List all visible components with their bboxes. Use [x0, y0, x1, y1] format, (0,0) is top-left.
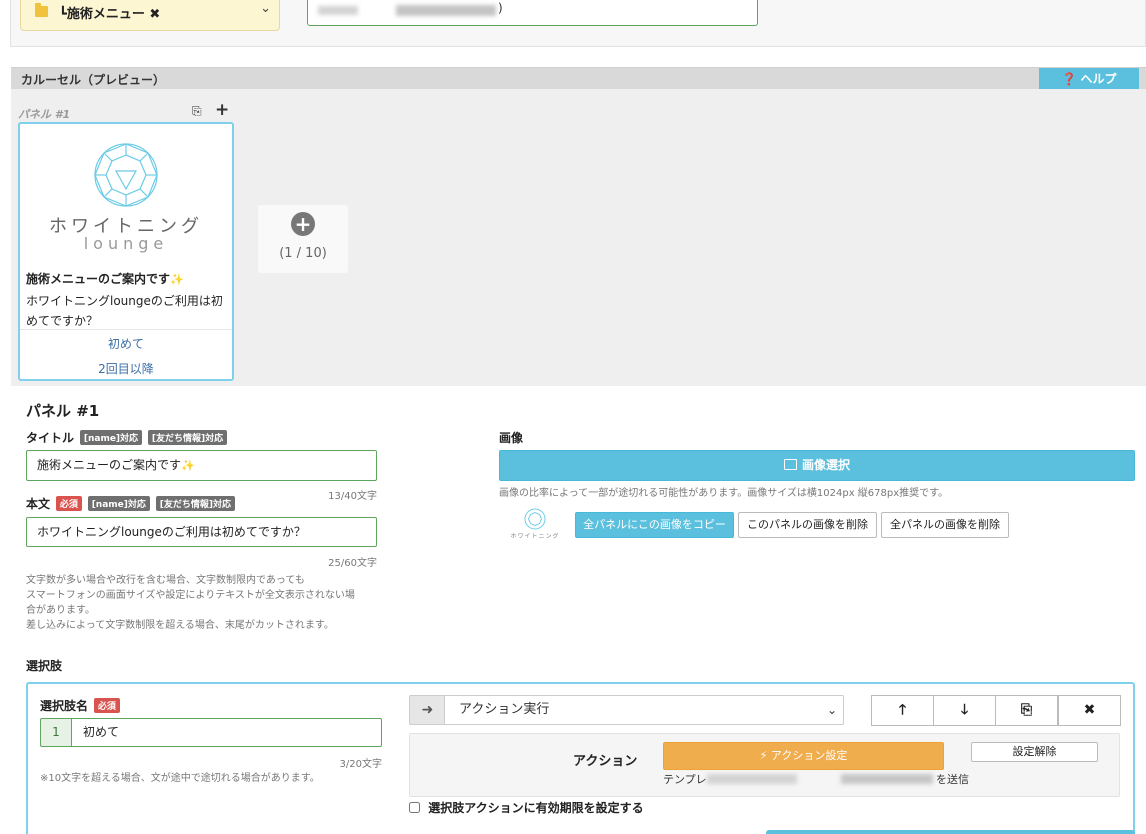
name-tag: [name]対応 — [87, 496, 150, 511]
choice-name-label: 選択肢名 — [40, 699, 89, 713]
friend-tag: [友だち情報]対応 — [147, 430, 228, 445]
arrow-up-icon: 🡑 — [898, 702, 907, 718]
sparkle-icon: ✨ — [181, 459, 195, 472]
copy-image-all-button[interactable]: 全パネルにこの画像をコピー — [575, 512, 734, 538]
image-thumbnail: ホワイトニング — [505, 506, 565, 546]
folder-icon — [35, 3, 48, 17]
choices-heading: 選択肢 — [26, 659, 63, 673]
image-icon — [783, 459, 797, 470]
image-label: 画像 — [499, 431, 524, 445]
choice-name-row: 選択肢名 必須 — [40, 697, 120, 714]
required-tag: 必須 — [93, 698, 120, 713]
template-suffix: を送信 — [936, 773, 969, 786]
title-label-row: タイトル [name]対応 [友だち情報]対応 — [26, 429, 228, 446]
release-settings-button[interactable]: 設定解除 — [971, 742, 1098, 762]
panel-count: (1 / 10) — [279, 246, 327, 261]
action-label: アクション — [573, 754, 638, 769]
thumbnail-text: ホワイトニング — [510, 533, 560, 540]
copy-choice-button[interactable]: ⎘ — [995, 695, 1058, 726]
menu-chip[interactable]: ┗施術メニュー ✖ ⌄ — [20, 0, 280, 31]
menu-chip-label: ┗施術メニュー ✖ — [59, 7, 161, 22]
note-line: 差し込みによって文字数制限を超える場合、末尾がカットされます。 — [26, 620, 334, 631]
note-line: 文字数が多い場合や改行を含む場合、文字数制限内であっても — [26, 575, 305, 586]
image-select-button[interactable]: 画像選択 — [499, 450, 1135, 481]
card-choice[interactable]: 2回目以降 — [20, 360, 232, 377]
arrow-right-icon: ➜ — [409, 695, 445, 725]
plus-icon[interactable]: + — [215, 100, 229, 120]
note-line: スマートフォンの画面サイズや設定によりテキストが全文表示されない場 — [26, 590, 355, 601]
copy-icon: ⎘ — [1020, 702, 1033, 718]
redacted-text — [396, 5, 496, 16]
required-tag: 必須 — [55, 496, 82, 511]
body-textarea[interactable]: ホワイトニングloungeのご利用は初めてですか？ — [26, 517, 377, 547]
help-button[interactable]: ❓ ヘルプ — [1039, 68, 1139, 90]
card-choice[interactable]: 初めて — [20, 335, 232, 352]
redacted-text — [318, 6, 358, 15]
top-input[interactable]: ) — [307, 0, 758, 26]
chevron-down-icon: ⌄ — [826, 703, 837, 717]
action-type-value: アクション実行 — [459, 702, 550, 717]
diamond-logo-icon — [524, 508, 546, 530]
body-label-row: 本文 必須 [name]対応 [友だち情報]対応 — [26, 495, 235, 512]
text-limit-note: 文字数が多い場合や改行を含む場合、文字数制限内であっても スマートフォンの画面サ… — [26, 573, 386, 633]
card-title-text: 施術メニューのご案内です — [26, 272, 171, 286]
panel-label: パネル #1 — [18, 108, 71, 121]
logo-subtext: lounge — [83, 234, 169, 253]
carousel-header: カルーセル（プレビュー） ❓ ヘルプ — [11, 67, 1146, 90]
choice-count: 3/20文字 — [339, 759, 382, 770]
title-input-text: 施術メニューのご案内です — [37, 458, 182, 472]
close-icon: ✖ — [1083, 702, 1096, 718]
expire-label: 選択肢アクションに有効期限を設定する — [428, 801, 644, 815]
copy-icon[interactable]: ⎘ — [192, 104, 202, 119]
chevron-down-icon[interactable]: ⌄ — [260, 1, 271, 16]
template-summary: テンプレ を送信 — [663, 771, 983, 787]
redacted-text — [707, 774, 797, 784]
image-note: 画像の比率によって一部が途切れる可能性があります。画像サイズは横1024px 縦… — [499, 488, 949, 499]
expire-checkbox[interactable] — [409, 802, 420, 813]
move-up-button[interactable]: 🡑 — [871, 695, 934, 726]
sparkle-icon: ✨ — [170, 273, 184, 286]
image-select-label: 画像選択 — [801, 458, 850, 472]
move-down-button[interactable]: 🡓 — [933, 695, 996, 726]
add-panel-button[interactable]: + (1 / 10) — [258, 205, 348, 273]
bottom-button-edge[interactable] — [766, 830, 1135, 834]
plus-circle-icon: + — [291, 212, 315, 236]
remove-choice-button[interactable]: ✖ — [1058, 695, 1121, 726]
diamond-logo-icon — [94, 143, 158, 207]
friend-tag: [友だち情報]対応 — [155, 496, 235, 511]
input-tail: ) — [498, 1, 503, 15]
carousel-title: カルーセル（プレビュー） — [21, 73, 166, 87]
card-body: ホワイトニングloungeのご利用は初めてですか？ — [26, 294, 223, 328]
title-label: タイトル — [26, 431, 75, 445]
delete-all-images-button[interactable]: 全パネルの画像を削除 — [881, 512, 1009, 538]
arrow-down-icon: 🡓 — [960, 702, 969, 718]
carousel-card[interactable]: ホワイトニング lounge 施術メニューのご案内です✨ ホワイトニングloun… — [18, 122, 234, 381]
body-label: 本文 — [26, 497, 51, 511]
note-line: 合があります。 — [26, 605, 95, 616]
expire-row[interactable]: 選択肢アクションに有効期限を設定する — [409, 799, 644, 816]
card-title: 施術メニューのご案内です✨ — [26, 270, 184, 287]
delete-panel-image-button[interactable]: このパネルの画像を削除 — [738, 512, 877, 538]
body-count: 25/60文字 — [328, 558, 377, 569]
redacted-text — [841, 774, 933, 784]
template-prefix: テンプレ — [663, 773, 707, 786]
action-settings-button[interactable]: ⚡ アクション設定 — [663, 742, 944, 770]
panel-heading: パネル #1 — [26, 402, 100, 420]
choice-name-input[interactable]: 初めて — [71, 718, 382, 747]
name-tag: [name]対応 — [79, 430, 143, 445]
card-divider — [20, 329, 232, 330]
action-type-select[interactable]: アクション実行 ⌄ — [444, 695, 844, 725]
choice-index: 1 — [40, 718, 71, 747]
title-input[interactable]: 施術メニューのご案内です✨ — [26, 450, 377, 481]
choice-note: ※10文字を超える場合、文が途中で途切れる場合があります。 — [40, 773, 320, 784]
